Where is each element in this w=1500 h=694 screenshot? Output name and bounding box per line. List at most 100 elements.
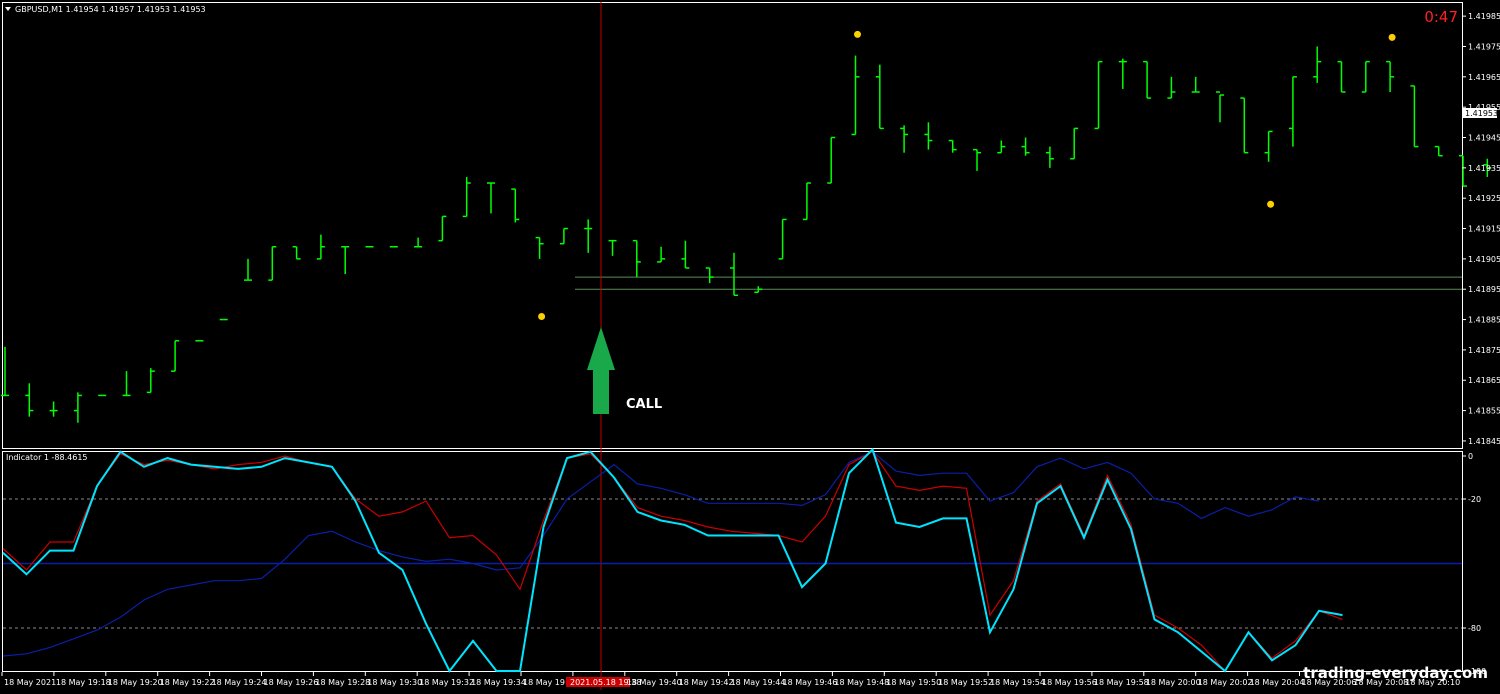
watermark: trading-everyday.com — [1303, 664, 1488, 682]
time-axis-label: 18 May 19:50 — [886, 678, 941, 687]
time-axis-label: 18 May 19:44 — [731, 678, 786, 687]
current-price-label: 1.41953 — [1465, 109, 1498, 118]
ohlc-bar — [244, 258, 252, 281]
ohlc-bar — [1288, 76, 1297, 147]
chart-canvas[interactable]: 1.419851.419751.419651.419551.419451.419… — [0, 0, 1500, 690]
indicator-pane[interactable] — [2, 447, 1462, 673]
ohlc-bar — [997, 140, 1006, 154]
indicator-axis-label: -20 — [1468, 495, 1481, 504]
indicator-series-navy — [2, 450, 1320, 657]
time-axis-label: 18 May 19:42 — [679, 678, 734, 687]
ohlc-bar — [49, 401, 58, 417]
ohlc-bar — [511, 188, 520, 223]
indicator-header: Indicator 1 -88.4615 — [6, 453, 88, 462]
ohlc-bar — [292, 245, 301, 260]
call-signal-label: CALL — [626, 397, 662, 412]
ohlc-bar — [584, 219, 593, 253]
ohlc-bar — [559, 227, 568, 245]
indicator-axis: 0-20-80-100 — [1462, 452, 1486, 676]
price-pane[interactable] — [1, 2, 1500, 690]
ohlc-bar — [924, 122, 933, 150]
ohlc-bar — [146, 368, 155, 394]
price-axis-label: 1.41965 — [1468, 73, 1500, 82]
fractal-marker-dot — [538, 313, 546, 321]
ohlc-bar — [900, 125, 909, 153]
fractal-marker-dot — [1267, 200, 1275, 208]
price-axis-label: 1.41855 — [1468, 407, 1500, 416]
countdown-timer: 0:47 — [1424, 8, 1458, 26]
time-axis-label: 18 May 19:56 — [1042, 678, 1097, 687]
price-axis-label: 1.41865 — [1468, 376, 1500, 385]
ohlc-bar — [73, 392, 82, 423]
ohlc-bar — [632, 239, 641, 278]
time-axis-label: 18 May 19:26 — [264, 678, 319, 687]
chart-window[interactable]: 1.41985 1.41975 1.41965 1.41955 1.41945 1.419… — [0, 0, 1500, 690]
ohlc-bar — [1143, 60, 1152, 99]
ohlc-bar — [341, 245, 350, 275]
ohlc-bar — [705, 267, 714, 284]
indicator-series-cyan — [2, 447, 1343, 673]
time-axis-label: 18 May 19:52 — [938, 678, 993, 687]
time-axis-label: 18 May 20:02 — [1198, 678, 1253, 687]
ohlc-bar — [1191, 76, 1200, 93]
ohlc-bar — [1434, 145, 1443, 157]
main-pane-frame — [2, 2, 1463, 449]
ohlc-bar — [487, 182, 495, 214]
indicator-pane-frame — [2, 451, 1463, 672]
price-axis-label: 1.41875 — [1468, 346, 1500, 355]
ohlc-bar — [438, 215, 447, 242]
ohlc-bar — [268, 245, 277, 281]
ohlc-bar — [778, 218, 787, 260]
ohlc-bar — [462, 176, 471, 218]
ohlc-bar — [1118, 58, 1127, 89]
time-axis-label: 18 May 19:48 — [834, 678, 889, 687]
call-arrow-icon — [587, 327, 615, 414]
price-axis-label: 1.41885 — [1468, 316, 1500, 325]
ohlc-bar — [1167, 76, 1176, 99]
time-axis-label: 18 May 20:04 — [1250, 678, 1305, 687]
price-axis-label: 1.41845 — [1468, 437, 1500, 446]
price-axis-label: 1.41905 — [1468, 255, 1500, 264]
header-dropdown-icon[interactable] — [5, 7, 11, 11]
ohlc-bar — [1070, 127, 1079, 160]
fractal-marker-dot — [1388, 33, 1396, 41]
ohlc-bar — [608, 239, 617, 256]
ohlc-bar — [827, 136, 836, 184]
ohlc-bar — [1045, 146, 1054, 168]
time-axis-label: 18 May 19:40 — [627, 678, 682, 687]
ohlc-bar — [122, 371, 131, 397]
time-axis-label: 18 May 19:30 — [367, 678, 422, 687]
ohlc-bar — [1386, 60, 1395, 92]
ohlc-bar — [25, 383, 34, 417]
ohlc-bar — [1410, 85, 1419, 148]
ohlc-bar — [316, 234, 325, 260]
price-axis-label: 1.41945 — [1468, 134, 1500, 143]
ohlc-bar — [1313, 46, 1322, 83]
indicator-axis-label: -80 — [1468, 624, 1481, 633]
ohlc-bar — [973, 148, 981, 171]
ohlc-bar — [535, 236, 544, 259]
indicator-axis-label: 0 — [1468, 452, 1473, 461]
fractal-marker-dot — [854, 30, 861, 38]
ohlc-bar — [414, 237, 423, 248]
price-axis-label: 1.41985 — [1468, 12, 1500, 21]
time-axis-label: 18 May 19:34 — [471, 678, 526, 687]
ohlc-bar — [1240, 97, 1249, 154]
time-axis-label: 18 May 19:58 — [1094, 678, 1149, 687]
time-axis-label: 18 May 19:24 — [212, 678, 267, 687]
time-axis: 18 May 2021 18 May 19:1818 May 19:2018 Ma… — [1, 672, 1460, 687]
time-axis-label: 18 May 19:54 — [990, 678, 1045, 687]
time-axis-label: 18 May 20:00 — [1146, 678, 1201, 687]
price-axis-label: 1.41895 — [1468, 285, 1500, 294]
ohlc-bar — [1094, 60, 1103, 130]
time-axis-label: 18 May 19:18 — [56, 678, 111, 687]
price-axis-label: 1.41935 — [1468, 164, 1500, 173]
time-axis-label: 18 May 19:46 — [783, 678, 838, 687]
time-axis-label: 18 May 19:32 — [419, 678, 474, 687]
price-axis-label: 1.41925 — [1468, 194, 1500, 203]
ohlc-bar — [171, 340, 180, 372]
ohlc-bar — [1021, 137, 1030, 156]
ohlc-bar — [875, 64, 884, 130]
time-axis-label: 18 May 19:20 — [108, 678, 163, 687]
time-axis-label: 18 May 19:22 — [160, 678, 215, 687]
